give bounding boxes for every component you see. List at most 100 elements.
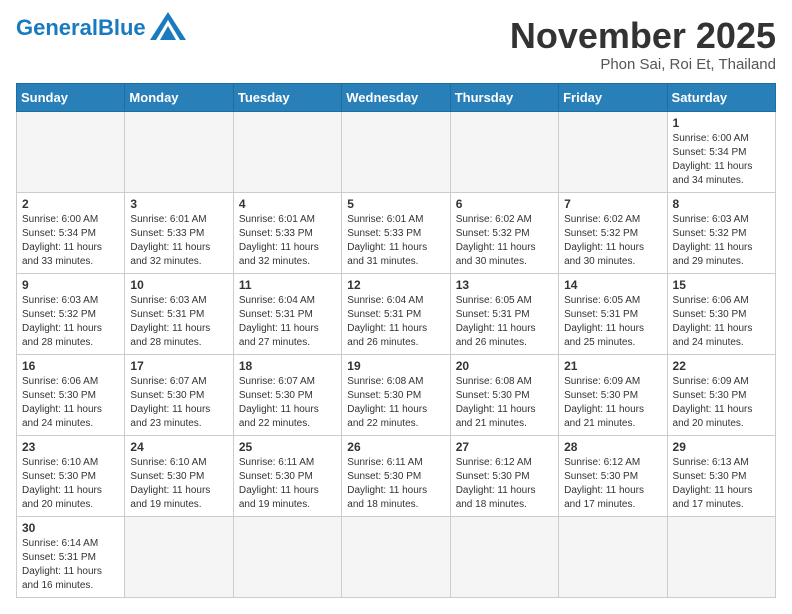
- day-info: Sunrise: 6:01 AMSunset: 5:33 PMDaylight:…: [239, 213, 336, 269]
- day-info: Sunrise: 6:06 AMSunset: 5:30 PMDaylight:…: [673, 294, 770, 350]
- calendar-cell: [559, 111, 667, 192]
- calendar-cell: 20 Sunrise: 6:08 AMSunset: 5:30 PMDayligh…: [450, 354, 558, 435]
- day-number: 1: [673, 116, 770, 130]
- calendar-cell: 28 Sunrise: 6:12 AMSunset: 5:30 PMDayligh…: [559, 435, 667, 516]
- calendar-row: 30 Sunrise: 6:14 AMSunset: 5:31 PMDayligh…: [17, 516, 776, 597]
- day-info: Sunrise: 6:12 AMSunset: 5:30 PMDaylight:…: [564, 456, 661, 512]
- day-info: Sunrise: 6:00 AMSunset: 5:34 PMDaylight:…: [22, 213, 119, 269]
- day-info: Sunrise: 6:09 AMSunset: 5:30 PMDaylight:…: [673, 375, 770, 431]
- day-number: 6: [456, 197, 553, 211]
- header: GeneralBlue November 2025 Phon Sai, Roi …: [16, 16, 776, 73]
- calendar-row: 1 Sunrise: 6:00 AMSunset: 5:34 PMDaylight…: [17, 111, 776, 192]
- page-container: GeneralBlue November 2025 Phon Sai, Roi …: [16, 16, 776, 598]
- day-info: Sunrise: 6:04 AMSunset: 5:31 PMDaylight:…: [347, 294, 444, 350]
- day-number: 25: [239, 440, 336, 454]
- day-number: 21: [564, 359, 661, 373]
- calendar-cell: 26 Sunrise: 6:11 AMSunset: 5:30 PMDayligh…: [342, 435, 450, 516]
- calendar-cell: 15Sunrise: 6:06 AMSunset: 5:30 PMDayligh…: [667, 273, 775, 354]
- calendar-cell: 21 Sunrise: 6:09 AMSunset: 5:30 PMDayligh…: [559, 354, 667, 435]
- header-saturday: Saturday: [667, 83, 775, 111]
- day-info: Sunrise: 6:09 AMSunset: 5:30 PMDaylight:…: [564, 375, 661, 431]
- header-monday: Monday: [125, 83, 233, 111]
- day-info: Sunrise: 6:04 AMSunset: 5:31 PMDaylight:…: [239, 294, 336, 350]
- calendar-cell: 11Sunrise: 6:04 AMSunset: 5:31 PMDayligh…: [233, 273, 341, 354]
- day-number: 7: [564, 197, 661, 211]
- day-number: 3: [130, 197, 227, 211]
- calendar-cell: [342, 111, 450, 192]
- calendar-cell: 9 Sunrise: 6:03 AMSunset: 5:32 PMDaylight…: [17, 273, 125, 354]
- logo-icon: [150, 12, 186, 40]
- day-info: Sunrise: 6:00 AMSunset: 5:34 PMDaylight:…: [673, 132, 770, 188]
- day-number: 20: [456, 359, 553, 373]
- calendar-cell: 14 Sunrise: 6:05 AMSunset: 5:31 PMDayligh…: [559, 273, 667, 354]
- calendar-row: 23Sunrise: 6:10 AMSunset: 5:30 PMDayligh…: [17, 435, 776, 516]
- day-info: Sunrise: 6:08 AMSunset: 5:30 PMDaylight:…: [347, 375, 444, 431]
- calendar-cell: 7 Sunrise: 6:02 AMSunset: 5:32 PMDaylight…: [559, 192, 667, 273]
- day-number: 24: [130, 440, 227, 454]
- day-number: 9: [22, 278, 119, 292]
- day-number: 28: [564, 440, 661, 454]
- day-number: 4: [239, 197, 336, 211]
- day-number: 22: [673, 359, 770, 373]
- calendar-cell: 17Sunrise: 6:07 AMSunset: 5:30 PMDayligh…: [125, 354, 233, 435]
- day-number: 2: [22, 197, 119, 211]
- calendar-cell: 4 Sunrise: 6:01 AMSunset: 5:33 PMDaylight…: [233, 192, 341, 273]
- day-info: Sunrise: 6:03 AMSunset: 5:32 PMDaylight:…: [22, 294, 119, 350]
- day-number: 19: [347, 359, 444, 373]
- day-number: 29: [673, 440, 770, 454]
- day-info: Sunrise: 6:03 AMSunset: 5:31 PMDaylight:…: [130, 294, 227, 350]
- calendar-cell: 23Sunrise: 6:10 AMSunset: 5:30 PMDayligh…: [17, 435, 125, 516]
- logo-text: GeneralBlue: [16, 17, 146, 39]
- calendar-cell: 2 Sunrise: 6:00 AMSunset: 5:34 PMDaylight…: [17, 192, 125, 273]
- calendar-cell: 13 Sunrise: 6:05 AMSunset: 5:31 PMDayligh…: [450, 273, 558, 354]
- location-title: Phon Sai, Roi Et, Thailand: [510, 56, 776, 73]
- calendar-cell: 5 Sunrise: 6:01 AMSunset: 5:33 PMDaylight…: [342, 192, 450, 273]
- day-number: 26: [347, 440, 444, 454]
- calendar-cell: [233, 111, 341, 192]
- day-info: Sunrise: 6:10 AMSunset: 5:30 PMDaylight:…: [22, 456, 119, 512]
- title-area: November 2025 Phon Sai, Roi Et, Thailand: [510, 16, 776, 73]
- day-info: Sunrise: 6:14 AMSunset: 5:31 PMDaylight:…: [22, 537, 119, 593]
- day-info: Sunrise: 6:11 AMSunset: 5:30 PMDaylight:…: [347, 456, 444, 512]
- calendar-cell: 10Sunrise: 6:03 AMSunset: 5:31 PMDayligh…: [125, 273, 233, 354]
- calendar-cell: 30 Sunrise: 6:14 AMSunset: 5:31 PMDayligh…: [17, 516, 125, 597]
- calendar-cell: 19 Sunrise: 6:08 AMSunset: 5:30 PMDayligh…: [342, 354, 450, 435]
- day-info: Sunrise: 6:03 AMSunset: 5:32 PMDaylight:…: [673, 213, 770, 269]
- calendar-cell: 16Sunrise: 6:06 AMSunset: 5:30 PMDayligh…: [17, 354, 125, 435]
- day-info: Sunrise: 6:08 AMSunset: 5:30 PMDaylight:…: [456, 375, 553, 431]
- day-number: 14: [564, 278, 661, 292]
- header-tuesday: Tuesday: [233, 83, 341, 111]
- day-number: 30: [22, 521, 119, 535]
- day-number: 5: [347, 197, 444, 211]
- calendar-row: 2 Sunrise: 6:00 AMSunset: 5:34 PMDaylight…: [17, 192, 776, 273]
- header-thursday: Thursday: [450, 83, 558, 111]
- day-number: 8: [673, 197, 770, 211]
- day-number: 13: [456, 278, 553, 292]
- header-friday: Friday: [559, 83, 667, 111]
- day-info: Sunrise: 6:05 AMSunset: 5:31 PMDaylight:…: [564, 294, 661, 350]
- calendar-row: 9 Sunrise: 6:03 AMSunset: 5:32 PMDaylight…: [17, 273, 776, 354]
- day-number: 18: [239, 359, 336, 373]
- calendar-cell: 25Sunrise: 6:11 AMSunset: 5:30 PMDayligh…: [233, 435, 341, 516]
- calendar-cell: 18 Sunrise: 6:07 AMSunset: 5:30 PMDayligh…: [233, 354, 341, 435]
- logo-blue: Blue: [98, 15, 146, 40]
- day-info: Sunrise: 6:07 AMSunset: 5:30 PMDaylight:…: [239, 375, 336, 431]
- day-info: Sunrise: 6:02 AMSunset: 5:32 PMDaylight:…: [564, 213, 661, 269]
- day-info: Sunrise: 6:02 AMSunset: 5:32 PMDaylight:…: [456, 213, 553, 269]
- day-number: 17: [130, 359, 227, 373]
- calendar-row: 16Sunrise: 6:06 AMSunset: 5:30 PMDayligh…: [17, 354, 776, 435]
- calendar-cell: 24 Sunrise: 6:10 AMSunset: 5:30 PMDayligh…: [125, 435, 233, 516]
- day-number: 12: [347, 278, 444, 292]
- day-info: Sunrise: 6:01 AMSunset: 5:33 PMDaylight:…: [347, 213, 444, 269]
- calendar-header-row: Sunday Monday Tuesday Wednesday Thursday…: [17, 83, 776, 111]
- day-info: Sunrise: 6:10 AMSunset: 5:30 PMDaylight:…: [130, 456, 227, 512]
- calendar-cell: [450, 516, 558, 597]
- calendar-cell: [125, 516, 233, 597]
- calendar-cell: 22 Sunrise: 6:09 AMSunset: 5:30 PMDayligh…: [667, 354, 775, 435]
- calendar-cell: [233, 516, 341, 597]
- day-info: Sunrise: 6:05 AMSunset: 5:31 PMDaylight:…: [456, 294, 553, 350]
- calendar-cell: [125, 111, 233, 192]
- calendar-cell: 8 Sunrise: 6:03 AMSunset: 5:32 PMDaylight…: [667, 192, 775, 273]
- calendar-cell: [667, 516, 775, 597]
- logo: GeneralBlue: [16, 16, 186, 40]
